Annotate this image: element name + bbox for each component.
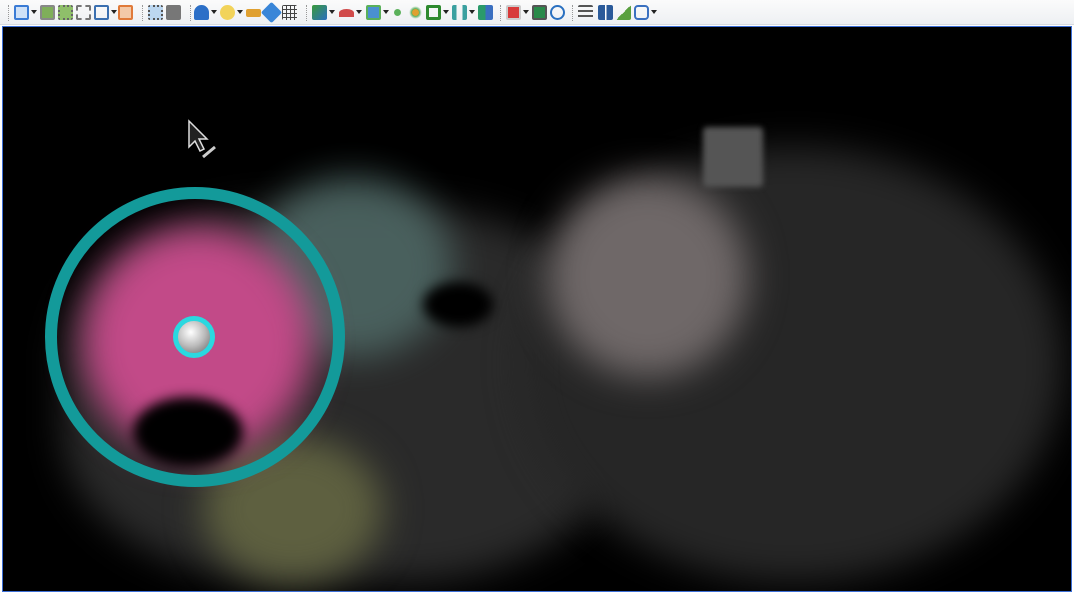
shadow-area bbox=[423, 282, 493, 327]
sync-icon[interactable] bbox=[452, 5, 467, 20]
chevron-down-icon[interactable] bbox=[523, 10, 529, 14]
chevron-down-icon[interactable] bbox=[443, 10, 449, 14]
scan-station-gray bbox=[548, 177, 748, 377]
toolbar-separator bbox=[572, 5, 573, 21]
zoom-extents-icon[interactable] bbox=[40, 5, 55, 20]
structure bbox=[703, 127, 763, 187]
chevron-down-icon[interactable] bbox=[651, 10, 657, 14]
chevron-down-icon[interactable] bbox=[211, 10, 217, 14]
toolbar-separator bbox=[142, 5, 143, 21]
terrain-icon[interactable] bbox=[616, 5, 631, 20]
point-classification-icon[interactable] bbox=[312, 5, 327, 20]
chevron-down-icon[interactable] bbox=[111, 10, 117, 14]
play-animation-icon[interactable] bbox=[550, 5, 565, 20]
cursor-icon bbox=[188, 119, 216, 159]
registration-icon[interactable] bbox=[390, 5, 405, 20]
chevron-down-icon[interactable] bbox=[469, 10, 475, 14]
clip-icon[interactable] bbox=[366, 5, 381, 20]
zoom-fit-icon[interactable] bbox=[76, 5, 91, 20]
flashlight-icon[interactable] bbox=[246, 9, 261, 17]
section-box-icon[interactable] bbox=[339, 9, 354, 17]
toolbar-separator bbox=[8, 5, 9, 21]
grid-icon[interactable] bbox=[282, 5, 297, 20]
bounding-box-icon[interactable] bbox=[426, 5, 441, 20]
link-icon[interactable] bbox=[634, 5, 649, 20]
view-cube-icon[interactable] bbox=[14, 5, 29, 20]
restore-view-icon[interactable] bbox=[166, 5, 181, 20]
chevron-down-icon[interactable] bbox=[356, 10, 362, 14]
target-icon[interactable] bbox=[408, 5, 423, 20]
snapshot-icon[interactable] bbox=[532, 5, 547, 20]
toolbar bbox=[0, 0, 1074, 25]
toolbar-separator bbox=[190, 5, 191, 21]
list-view-icon[interactable] bbox=[578, 5, 593, 20]
pdf-export-icon[interactable] bbox=[506, 5, 521, 20]
chevron-down-icon[interactable] bbox=[383, 10, 389, 14]
select-region-icon[interactable] bbox=[148, 5, 163, 20]
split-view-icon[interactable] bbox=[598, 5, 613, 20]
lighting-icon[interactable] bbox=[220, 5, 235, 20]
compare-icon[interactable] bbox=[478, 5, 493, 20]
chevron-down-icon[interactable] bbox=[237, 10, 243, 14]
chevron-down-icon[interactable] bbox=[31, 10, 37, 14]
toolbar-separator bbox=[306, 5, 307, 21]
toolbar-separator bbox=[500, 5, 501, 21]
viewport-layout-icon[interactable] bbox=[94, 5, 109, 20]
scan-position-marker[interactable] bbox=[173, 316, 215, 358]
projection-icon[interactable] bbox=[118, 5, 133, 20]
point-rendering-icon[interactable] bbox=[194, 5, 209, 20]
measure-tag-icon[interactable] bbox=[260, 1, 283, 24]
zoom-selection-icon[interactable] bbox=[58, 5, 73, 20]
chevron-down-icon[interactable] bbox=[329, 10, 335, 14]
point-cloud-viewport[interactable] bbox=[2, 26, 1072, 592]
